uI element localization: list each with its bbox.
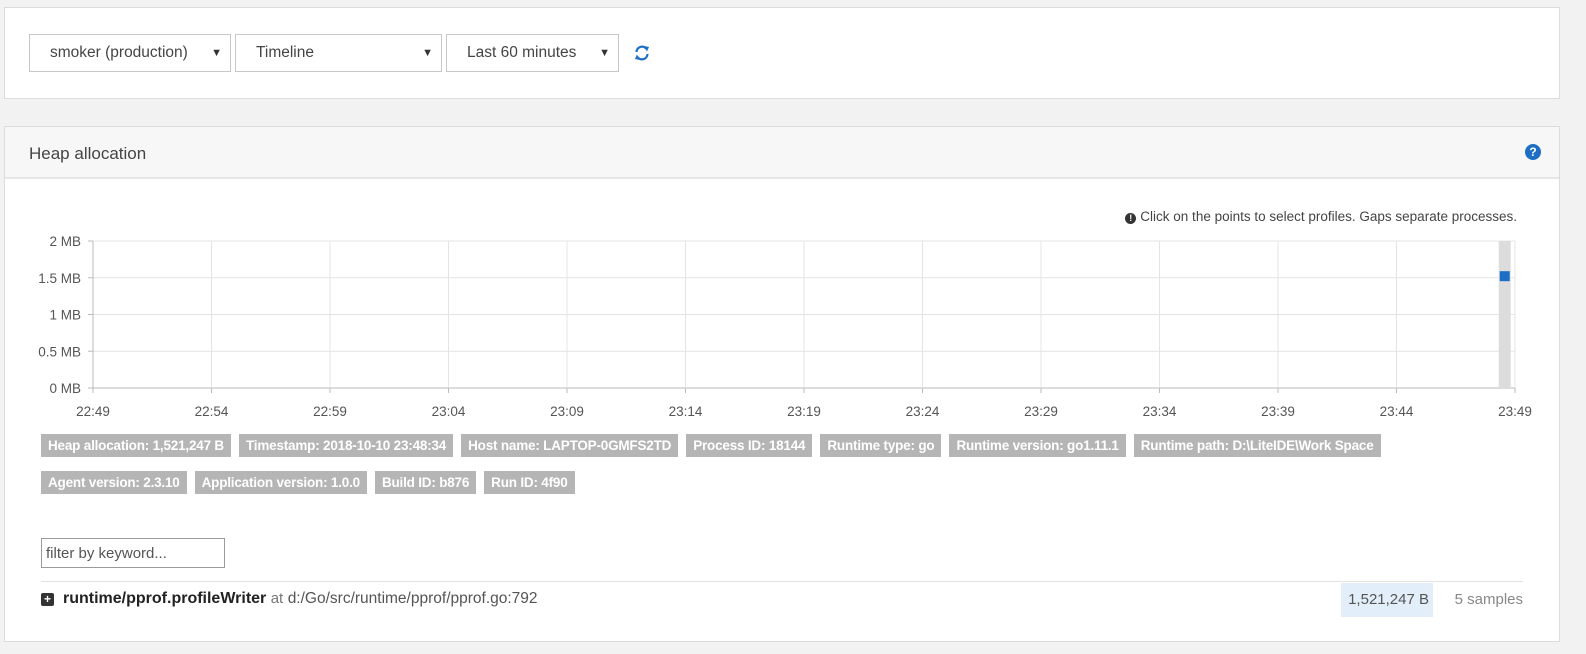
x-tick-label: 23:19 [787, 404, 821, 417]
y-tick-label: 2 MB [49, 234, 81, 249]
profile-tag: Timestamp: 2018-10-10 23:48:34 [238, 434, 454, 457]
view-select-value: Timeline [256, 44, 314, 61]
y-tick-label: 0 MB [49, 381, 81, 396]
profile-tag: Agent version: 2.3.10 [41, 471, 187, 494]
panel-title: Heap allocation [29, 144, 147, 163]
profile-tag: Run ID: 4f90 [484, 471, 575, 494]
divider [41, 581, 1523, 582]
function-name: runtime/pprof.profileWriter [63, 590, 267, 607]
data-point[interactable] [1499, 271, 1510, 282]
profile-row[interactable]: + runtime/pprof.profileWriter at d:/Go/s… [41, 583, 1523, 617]
source-location: d:/Go/src/runtime/pprof/pprof.go:792 [287, 590, 538, 607]
profile-tag: Build ID: b876 [374, 471, 477, 494]
chart-hint: ! Click on the points to select profiles.… [1125, 209, 1517, 224]
x-tick-label: 23:34 [1143, 404, 1177, 417]
refresh-icon[interactable] [633, 44, 651, 62]
panel-header: Heap allocation ? [5, 127, 1559, 179]
view-select[interactable]: Timeline ▼ [235, 34, 442, 72]
profile-tags: Heap allocation: 1,521,247 B Timestamp: 2… [41, 434, 1521, 508]
at-label: at [270, 590, 284, 607]
app-select[interactable]: smoker (production) ▼ [29, 34, 231, 72]
selection-band [1498, 241, 1511, 388]
x-tick-label: 23:14 [669, 404, 703, 417]
profile-tag: Runtime type: go [820, 434, 942, 457]
y-tick-label: 1.5 MB [38, 271, 81, 286]
y-tick-label: 0.5 MB [38, 344, 81, 359]
filter-input[interactable] [41, 538, 225, 568]
caret-down-icon: ▼ [422, 47, 433, 59]
profile-tag: Application version: 1.0.0 [194, 471, 367, 494]
caret-down-icon: ▼ [211, 47, 222, 59]
expand-icon[interactable]: + [41, 593, 54, 606]
x-tick-label: 23:44 [1380, 404, 1414, 417]
profile-tag: Heap allocation: 1,521,247 B [41, 434, 231, 457]
profile-tag: Process ID: 18144 [686, 434, 813, 457]
info-icon: ! [1125, 213, 1137, 224]
range-select-value: Last 60 minutes [467, 44, 577, 61]
x-tick-label: 23:24 [906, 404, 940, 417]
x-tick-label: 22:49 [76, 404, 110, 417]
y-tick-label: 1 MB [49, 308, 81, 323]
bytes-value: 1,521,247 B [1341, 583, 1433, 617]
chart-hint-text: Click on the points to select profiles. … [1140, 209, 1517, 224]
x-tick-label: 23:39 [1261, 404, 1295, 417]
app-select-value: smoker (production) [50, 44, 188, 61]
x-tick-label: 23:04 [432, 404, 466, 417]
heap-timeline-chart[interactable]: 0 MB 0.5 MB 1 MB 1.5 MB 2 MB 22:49 22:54 22:59 2… [5, 227, 1561, 417]
x-tick-label: 23:29 [1024, 404, 1058, 417]
x-tick-label: 23:09 [550, 404, 584, 417]
question-icon[interactable]: ? [1525, 144, 1541, 160]
x-tick-label: 22:59 [313, 404, 347, 417]
heap-allocation-panel: Heap allocation ? ! Click on the points t… [4, 126, 1560, 642]
x-tick-label: 22:54 [195, 404, 229, 417]
function-label: runtime/pprof.profileWriter at d:/Go/src… [63, 590, 538, 608]
samples-count: 5 samples [1454, 591, 1523, 608]
profile-tag: Runtime version: go1.11.1 [949, 434, 1126, 457]
caret-down-icon: ▼ [599, 47, 610, 59]
x-tick-label: 23:49 [1498, 404, 1532, 417]
profile-tag: Host name: LAPTOP-0GMFS2TD [461, 434, 679, 457]
profile-tag: Runtime path: D:\LiteIDE\Work Space [1133, 434, 1381, 457]
toolbar: smoker (production) ▼ Timeline ▼ Last 60… [4, 7, 1560, 99]
range-select[interactable]: Last 60 minutes ▼ [446, 34, 619, 72]
